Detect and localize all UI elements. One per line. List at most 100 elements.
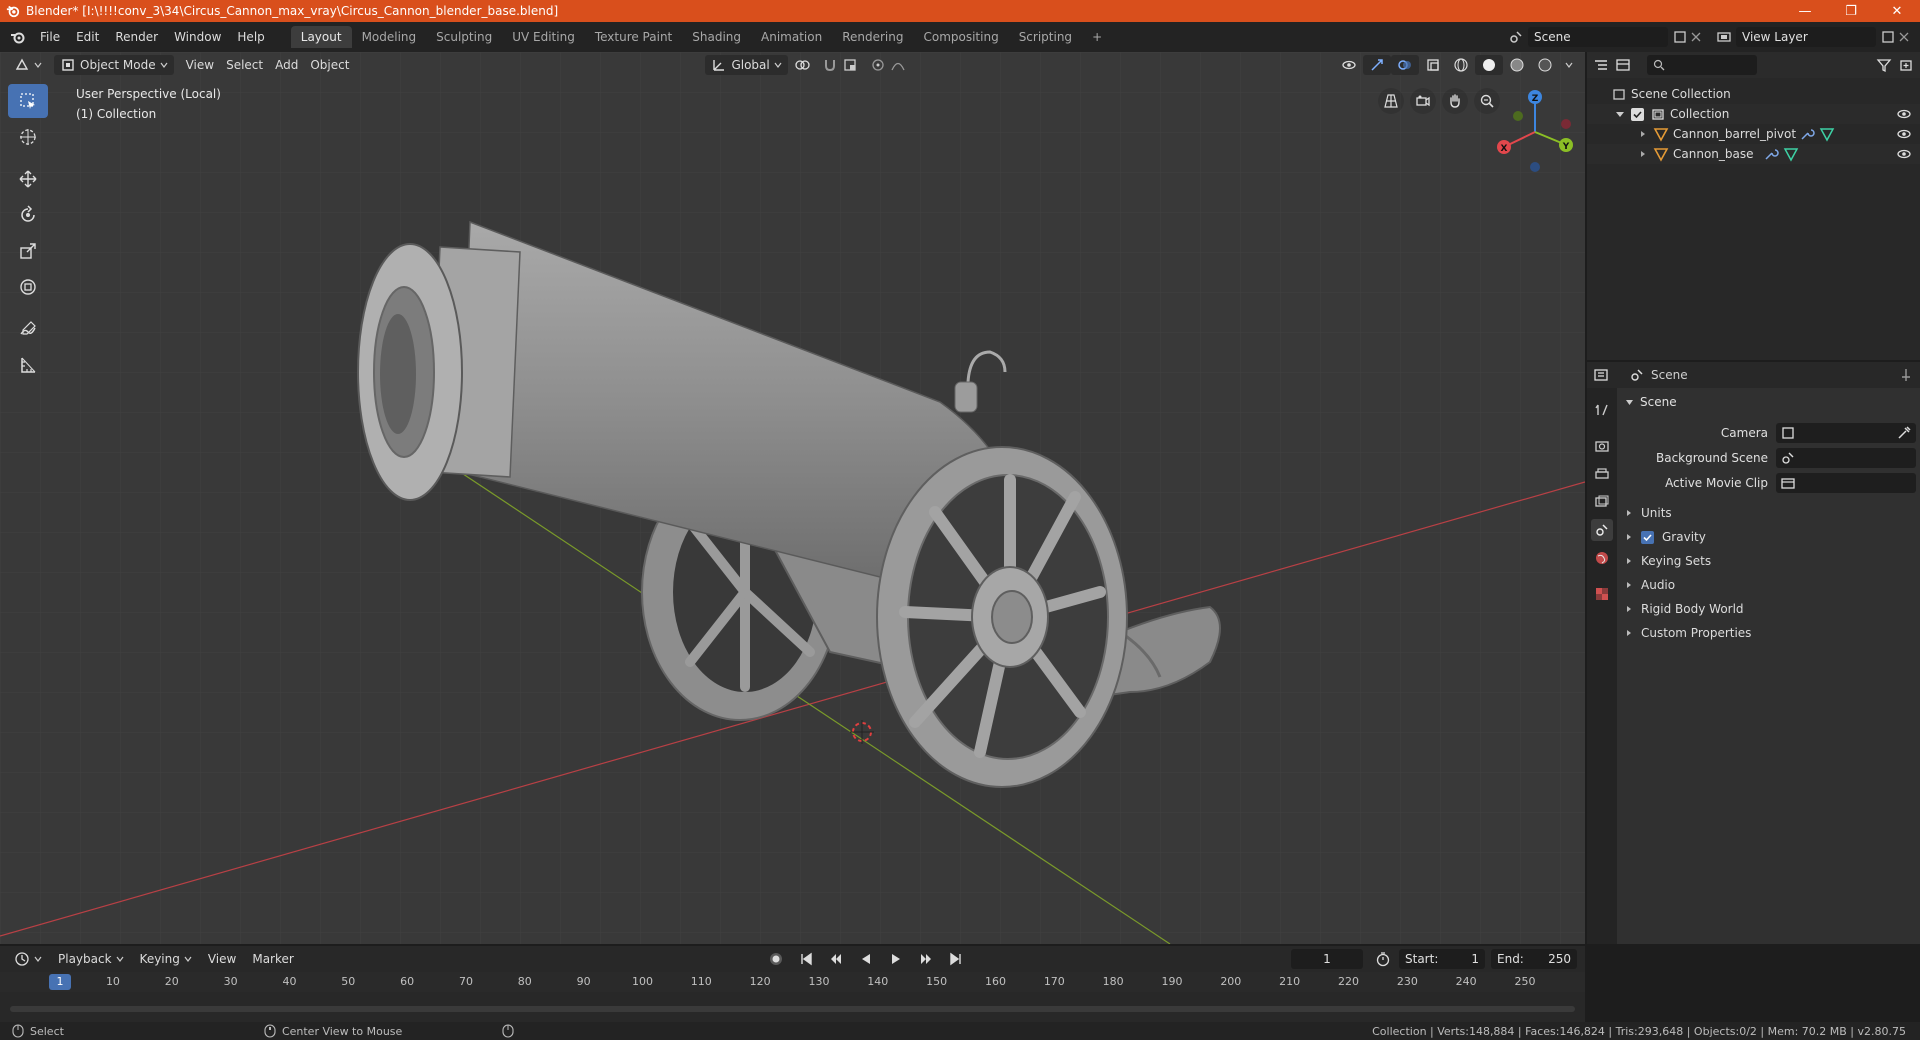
eye-icon[interactable] — [1896, 126, 1912, 142]
camera-field[interactable] — [1776, 422, 1916, 443]
tab-render[interactable] — [1591, 435, 1613, 457]
editor-type-button[interactable] — [8, 55, 48, 75]
outliner-row-collection[interactable]: Collection — [1587, 104, 1920, 124]
shading-solid[interactable] — [1475, 55, 1503, 75]
navigation-gizmo[interactable]: Z X Y — [1490, 82, 1580, 185]
add-workspace-button[interactable]: + — [1082, 26, 1112, 48]
shading-rendered[interactable] — [1531, 55, 1559, 75]
shading-options[interactable] — [1559, 55, 1579, 75]
annotate-tool[interactable] — [8, 312, 48, 346]
outliner-row-cannon-base[interactable]: Cannon_base — [1587, 144, 1920, 164]
scene-selector[interactable]: Scene — [1528, 27, 1668, 47]
menu-window[interactable]: Window — [166, 30, 229, 44]
timeline-editor-type-button[interactable] — [8, 949, 48, 969]
outliner-editor-icon[interactable] — [1593, 57, 1609, 73]
prev-keyframe-button[interactable] — [823, 949, 849, 969]
playback-menu[interactable]: Playback — [52, 949, 130, 969]
new-view-layer-icon[interactable] — [1880, 29, 1896, 45]
menu-help[interactable]: Help — [229, 30, 272, 44]
select-menu[interactable]: Select — [220, 55, 269, 75]
transform-tool[interactable] — [8, 270, 48, 304]
tab-texture-paint[interactable]: Texture Paint — [585, 26, 682, 48]
display-mode-icon[interactable] — [1615, 57, 1631, 73]
next-keyframe-button[interactable] — [913, 949, 939, 969]
expand-arrow-icon[interactable] — [1639, 130, 1647, 138]
view-layer-selector[interactable]: View Layer — [1736, 27, 1876, 47]
timeline-scrollbar[interactable] — [10, 1006, 1575, 1012]
tab-rendering[interactable]: Rendering — [832, 26, 913, 48]
new-scene-icon[interactable] — [1672, 29, 1688, 45]
pin-icon[interactable] — [1898, 367, 1914, 383]
shading-material[interactable] — [1503, 55, 1531, 75]
view-menu[interactable]: View — [180, 55, 220, 75]
background-scene-field[interactable] — [1776, 447, 1916, 468]
view-layer-icon[interactable] — [1716, 29, 1732, 45]
expand-arrow-icon[interactable] — [1639, 150, 1647, 158]
tab-sculpting[interactable]: Sculpting — [426, 26, 502, 48]
visibility-toggle[interactable] — [1335, 55, 1363, 75]
gravity-panel[interactable]: Gravity — [1621, 525, 1916, 549]
collection-checkbox[interactable] — [1631, 107, 1644, 121]
timeline-ruler[interactable]: 1 10 20 30 40 50 60 70 80 90 100 110 120 130 140 150 160… — [0, 972, 1585, 992]
menu-render[interactable]: Render — [107, 30, 166, 44]
tab-world[interactable] — [1591, 547, 1613, 569]
cursor-tool[interactable] — [8, 120, 48, 154]
eye-icon[interactable] — [1896, 106, 1912, 122]
marker-menu[interactable]: Marker — [246, 949, 299, 969]
keying-sets-panel[interactable]: Keying Sets — [1621, 549, 1916, 573]
tab-shading[interactable]: Shading — [682, 26, 751, 48]
camera-view-button[interactable] — [1410, 88, 1436, 114]
jump-end-button[interactable] — [943, 949, 969, 969]
current-frame-field[interactable]: 1 — [1291, 949, 1363, 969]
gravity-checkbox[interactable] — [1641, 530, 1654, 544]
eyedropper-icon[interactable] — [1896, 425, 1912, 441]
tab-tool[interactable] — [1591, 399, 1613, 421]
outliner-search-input[interactable] — [1647, 55, 1757, 75]
perspective-toggle-button[interactable] — [1378, 88, 1404, 114]
minimize-button[interactable]: — — [1782, 0, 1828, 22]
scene-icon[interactable] — [1508, 29, 1524, 45]
modifier-wrench-icon[interactable] — [1799, 126, 1815, 142]
add-menu[interactable]: Add — [269, 55, 304, 75]
record-button[interactable] — [763, 949, 789, 969]
snap-toggle[interactable] — [816, 55, 864, 75]
scale-tool[interactable] — [8, 234, 48, 268]
custom-properties-panel[interactable]: Custom Properties — [1621, 621, 1916, 645]
tab-scripting[interactable]: Scripting — [1009, 26, 1082, 48]
delete-scene-icon[interactable] — [1688, 29, 1704, 45]
end-frame-field[interactable]: End: 250 — [1491, 949, 1577, 969]
object-menu[interactable]: Object — [304, 55, 355, 75]
tab-view-layer[interactable] — [1591, 491, 1613, 513]
expand-arrow-icon[interactable] — [1615, 109, 1625, 119]
pivot-point-button[interactable] — [788, 55, 816, 75]
play-button[interactable] — [883, 949, 909, 969]
play-reverse-button[interactable] — [853, 949, 879, 969]
maximize-button[interactable]: ❐ — [1828, 0, 1874, 22]
start-frame-field[interactable]: Start: 1 — [1399, 949, 1485, 969]
keying-menu[interactable]: Keying — [134, 949, 198, 969]
menu-edit[interactable]: Edit — [68, 30, 107, 44]
measure-tool[interactable] — [8, 348, 48, 382]
filter-icon[interactable] — [1876, 57, 1892, 73]
rigid-body-world-panel[interactable]: Rigid Body World — [1621, 597, 1916, 621]
blender-menu-icon[interactable] — [10, 29, 26, 45]
select-box-tool[interactable] — [8, 84, 48, 118]
proportional-editing-toggle[interactable] — [864, 55, 912, 75]
rotate-tool[interactable] — [8, 198, 48, 232]
overlays-toggle[interactable] — [1391, 55, 1419, 75]
mesh-data-icon[interactable] — [1783, 146, 1799, 162]
outliner-row-scene-collection[interactable]: Scene Collection — [1587, 84, 1920, 104]
pan-view-button[interactable] — [1442, 88, 1468, 114]
timeline-view-menu[interactable]: View — [202, 949, 242, 969]
properties-editor-icon[interactable] — [1593, 367, 1609, 383]
3d-viewport[interactable]: Object Mode View Select Add Object Globa… — [0, 52, 1585, 944]
tab-uv-editing[interactable]: UV Editing — [502, 26, 585, 48]
audio-panel[interactable]: Audio — [1621, 573, 1916, 597]
shading-wireframe[interactable] — [1447, 55, 1475, 75]
delete-view-layer-icon[interactable] — [1896, 29, 1912, 45]
jump-start-button[interactable] — [793, 949, 819, 969]
tab-layout[interactable]: Layout — [290, 26, 352, 48]
xray-toggle[interactable] — [1419, 55, 1447, 75]
transform-orientation-dropdown[interactable]: Global — [705, 55, 788, 75]
gizmo-toggle[interactable] — [1363, 55, 1391, 75]
